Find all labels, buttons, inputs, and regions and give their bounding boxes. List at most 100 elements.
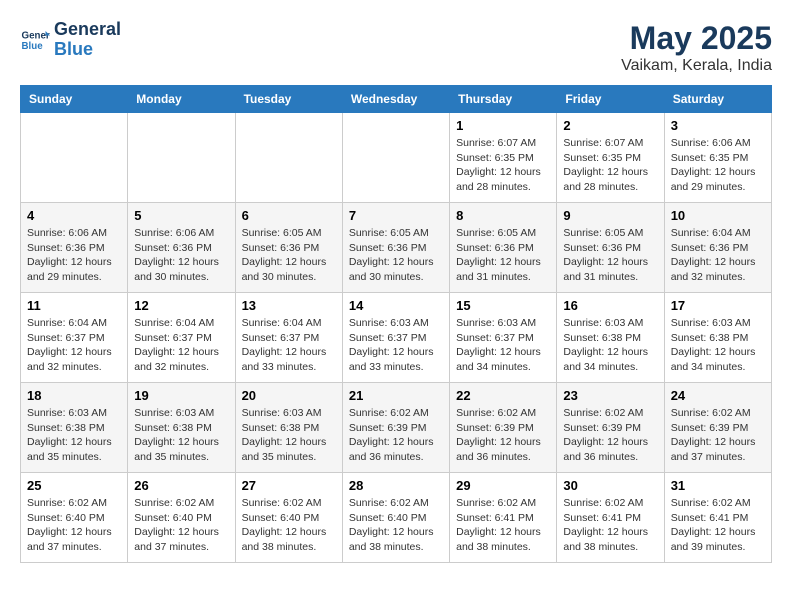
day-info: Sunrise: 6:02 AM Sunset: 6:39 PM Dayligh… [456, 406, 550, 465]
day-cell: 19Sunrise: 6:03 AM Sunset: 6:38 PM Dayli… [128, 383, 235, 473]
day-cell: 16 Sunrise: 6:03 AM Sunset: 6:38 PM Dayli… [557, 293, 664, 383]
day-cell: 10 Sunrise: 6:04 AM Sunset: 6:36 PM Dayli… [664, 203, 771, 293]
day-cell: 2 Sunrise: 6:07 AM Sunset: 6:35 PM Daylig… [557, 113, 664, 203]
day-info: Sunrise: 6:04 AM Sunset: 6:37 PM Dayligh… [27, 316, 121, 375]
day-info: Sunrise: 6:04 AM Sunset: 6:37 PM Dayligh… [242, 316, 336, 375]
day-cell: 21Sunrise: 6:02 AM Sunset: 6:39 PM Dayli… [342, 383, 449, 473]
day-number: 13 [242, 298, 336, 313]
logo-text-line1: General [54, 20, 121, 40]
header-cell-friday: Friday [557, 86, 664, 113]
day-cell: 31 Sunrise: 6:02 AM Sunset: 6:41 PM Dayli… [664, 473, 771, 563]
header-cell-saturday: Saturday [664, 86, 771, 113]
day-number: 27 [242, 478, 336, 493]
day-cell: 4 Sunrise: 6:06 AM Sunset: 6:36 PM Daylig… [21, 203, 128, 293]
title-block: May 2025 Vaikam, Kerala, India [621, 20, 772, 75]
day-number: 3 [671, 118, 765, 133]
day-number: 8 [456, 208, 550, 223]
day-number: 4 [27, 208, 121, 223]
day-number: 10 [671, 208, 765, 223]
day-info: Sunrise: 6:04 AM Sunset: 6:37 PM Dayligh… [134, 316, 228, 375]
calendar-table: SundayMondayTuesdayWednesdayThursdayFrid… [20, 85, 772, 563]
day-number: 16 [563, 298, 657, 313]
day-cell: 5Sunrise: 6:06 AM Sunset: 6:36 PM Daylig… [128, 203, 235, 293]
day-cell: 22Sunrise: 6:02 AM Sunset: 6:39 PM Dayli… [450, 383, 557, 473]
day-info: Sunrise: 6:02 AM Sunset: 6:40 PM Dayligh… [349, 496, 443, 555]
day-cell: 8 Sunrise: 6:05 AM Sunset: 6:36 PM Daylig… [450, 203, 557, 293]
day-number: 6 [242, 208, 336, 223]
day-info: Sunrise: 6:03 AM Sunset: 6:38 PM Dayligh… [242, 406, 336, 465]
day-number: 20 [242, 388, 336, 403]
day-number: 12 [134, 298, 228, 313]
day-info: Sunrise: 6:02 AM Sunset: 6:40 PM Dayligh… [134, 496, 228, 555]
day-number: 25 [27, 478, 121, 493]
calendar-header: SundayMondayTuesdayWednesdayThursdayFrid… [21, 86, 772, 113]
day-cell: 30 Sunrise: 6:02 AM Sunset: 6:41 PM Dayli… [557, 473, 664, 563]
day-cell: 26Sunrise: 6:02 AM Sunset: 6:40 PM Dayli… [128, 473, 235, 563]
day-info: Sunrise: 6:02 AM Sunset: 6:41 PM Dayligh… [563, 496, 657, 555]
day-info: Sunrise: 6:07 AM Sunset: 6:35 PM Dayligh… [563, 136, 657, 195]
day-info: Sunrise: 6:03 AM Sunset: 6:38 PM Dayligh… [134, 406, 228, 465]
week-row-3: 11 Sunrise: 6:04 AM Sunset: 6:37 PM Dayli… [21, 293, 772, 383]
week-row-5: 25 Sunrise: 6:02 AM Sunset: 6:40 PM Dayli… [21, 473, 772, 563]
day-number: 28 [349, 478, 443, 493]
day-cell: 27Sunrise: 6:02 AM Sunset: 6:40 PM Dayli… [235, 473, 342, 563]
day-info: Sunrise: 6:06 AM Sunset: 6:36 PM Dayligh… [134, 226, 228, 285]
day-info: Sunrise: 6:02 AM Sunset: 6:41 PM Dayligh… [671, 496, 765, 555]
day-info: Sunrise: 6:07 AM Sunset: 6:35 PM Dayligh… [456, 136, 550, 195]
day-info: Sunrise: 6:05 AM Sunset: 6:36 PM Dayligh… [456, 226, 550, 285]
day-cell: 28 Sunrise: 6:02 AM Sunset: 6:40 PM Dayli… [342, 473, 449, 563]
day-number: 11 [27, 298, 121, 313]
day-cell: 20 Sunrise: 6:03 AM Sunset: 6:38 PM Dayli… [235, 383, 342, 473]
calendar-body: 1 Sunrise: 6:07 AM Sunset: 6:35 PM Daylig… [21, 113, 772, 563]
day-number: 24 [671, 388, 765, 403]
day-cell: 17 Sunrise: 6:03 AM Sunset: 6:38 PM Dayli… [664, 293, 771, 383]
day-info: Sunrise: 6:06 AM Sunset: 6:35 PM Dayligh… [671, 136, 765, 195]
day-info: Sunrise: 6:06 AM Sunset: 6:36 PM Dayligh… [27, 226, 121, 285]
day-info: Sunrise: 6:03 AM Sunset: 6:38 PM Dayligh… [563, 316, 657, 375]
header-row: SundayMondayTuesdayWednesdayThursdayFrid… [21, 86, 772, 113]
day-cell: 1 Sunrise: 6:07 AM Sunset: 6:35 PM Daylig… [450, 113, 557, 203]
day-cell: 18 Sunrise: 6:03 AM Sunset: 6:38 PM Dayli… [21, 383, 128, 473]
day-cell: 24 Sunrise: 6:02 AM Sunset: 6:39 PM Dayli… [664, 383, 771, 473]
calendar-subtitle: Vaikam, Kerala, India [621, 57, 772, 75]
day-number: 2 [563, 118, 657, 133]
day-cell: 14Sunrise: 6:03 AM Sunset: 6:37 PM Dayli… [342, 293, 449, 383]
day-cell: 25Sunrise: 6:02 AM Sunset: 6:40 PM Dayli… [21, 473, 128, 563]
week-row-2: 4 Sunrise: 6:06 AM Sunset: 6:36 PM Daylig… [21, 203, 772, 293]
logo-icon: General Blue [20, 25, 50, 55]
day-cell: 23Sunrise: 6:02 AM Sunset: 6:39 PM Dayli… [557, 383, 664, 473]
day-cell: 7 Sunrise: 6:05 AM Sunset: 6:36 PM Daylig… [342, 203, 449, 293]
day-number: 29 [456, 478, 550, 493]
day-cell: 13 Sunrise: 6:04 AM Sunset: 6:37 PM Dayli… [235, 293, 342, 383]
day-info: Sunrise: 6:04 AM Sunset: 6:36 PM Dayligh… [671, 226, 765, 285]
day-cell [21, 113, 128, 203]
day-info: Sunrise: 6:03 AM Sunset: 6:38 PM Dayligh… [671, 316, 765, 375]
day-cell: 15Sunrise: 6:03 AM Sunset: 6:37 PM Dayli… [450, 293, 557, 383]
day-number: 7 [349, 208, 443, 223]
day-info: Sunrise: 6:05 AM Sunset: 6:36 PM Dayligh… [563, 226, 657, 285]
page-header: General Blue General Blue May 2025 Vaika… [20, 20, 772, 75]
day-cell [128, 113, 235, 203]
day-info: Sunrise: 6:05 AM Sunset: 6:36 PM Dayligh… [349, 226, 443, 285]
day-number: 18 [27, 388, 121, 403]
day-number: 15 [456, 298, 550, 313]
day-cell: 9Sunrise: 6:05 AM Sunset: 6:36 PM Daylig… [557, 203, 664, 293]
day-number: 23 [563, 388, 657, 403]
header-cell-wednesday: Wednesday [342, 86, 449, 113]
day-info: Sunrise: 6:03 AM Sunset: 6:37 PM Dayligh… [349, 316, 443, 375]
day-cell: 29Sunrise: 6:02 AM Sunset: 6:41 PM Dayli… [450, 473, 557, 563]
day-cell: 12 Sunrise: 6:04 AM Sunset: 6:37 PM Dayli… [128, 293, 235, 383]
day-info: Sunrise: 6:02 AM Sunset: 6:39 PM Dayligh… [671, 406, 765, 465]
day-number: 30 [563, 478, 657, 493]
calendar-title: May 2025 [621, 20, 772, 57]
day-number: 31 [671, 478, 765, 493]
day-cell [342, 113, 449, 203]
week-row-1: 1 Sunrise: 6:07 AM Sunset: 6:35 PM Daylig… [21, 113, 772, 203]
header-cell-sunday: Sunday [21, 86, 128, 113]
day-number: 17 [671, 298, 765, 313]
day-info: Sunrise: 6:02 AM Sunset: 6:39 PM Dayligh… [349, 406, 443, 465]
day-info: Sunrise: 6:03 AM Sunset: 6:38 PM Dayligh… [27, 406, 121, 465]
week-row-4: 18 Sunrise: 6:03 AM Sunset: 6:38 PM Dayli… [21, 383, 772, 473]
svg-text:Blue: Blue [22, 41, 44, 52]
day-number: 1 [456, 118, 550, 133]
